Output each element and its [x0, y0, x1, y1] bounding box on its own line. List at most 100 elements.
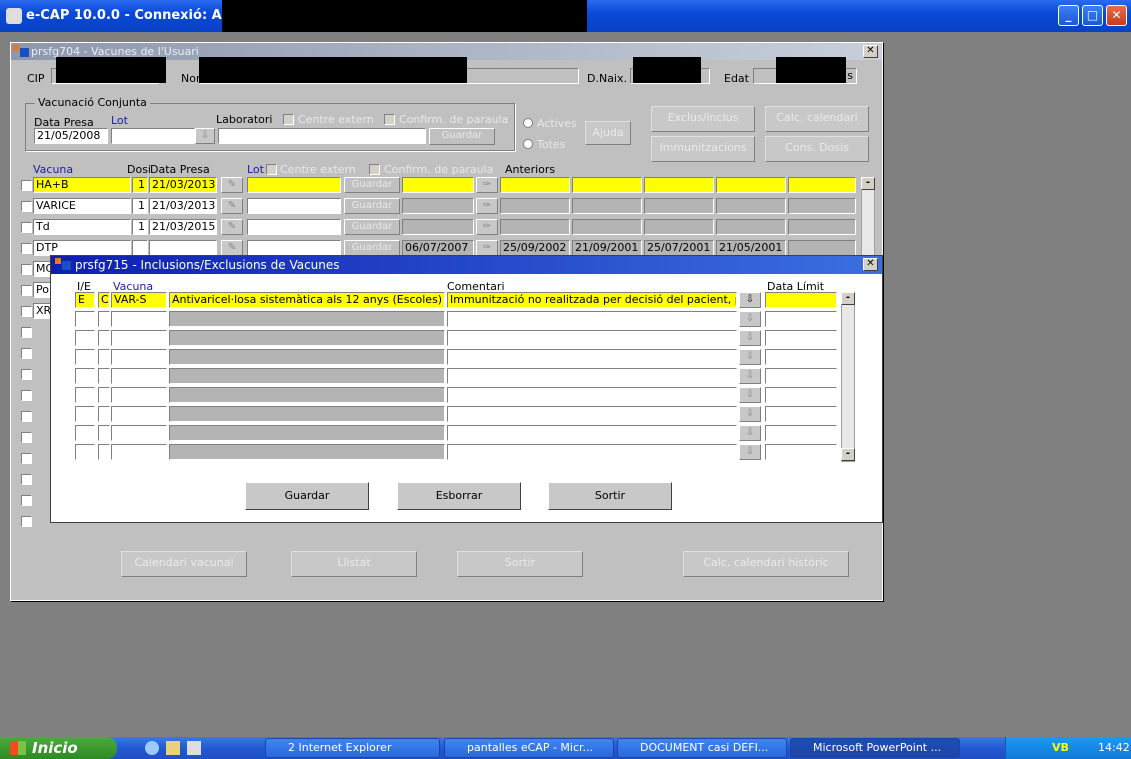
- data-presa-field[interactable]: 21/05/2008: [34, 128, 108, 144]
- data-cell[interactable]: 21/03/2013: [149, 198, 217, 214]
- comentari-cell[interactable]: [447, 330, 737, 346]
- data-limit-cell[interactable]: [765, 444, 837, 460]
- exclus-inclus-button[interactable]: Exclus/inclus: [651, 106, 755, 132]
- c-cell[interactable]: [98, 330, 110, 346]
- pencil-icon[interactable]: ✎: [221, 240, 243, 256]
- data-limit-cell[interactable]: [765, 406, 837, 422]
- ie-cell[interactable]: E: [75, 292, 95, 308]
- vacuna-cell[interactable]: HA+B: [33, 177, 131, 193]
- col-centre-extern-checkbox[interactable]: [266, 164, 277, 175]
- data-limit-cell[interactable]: [765, 330, 837, 346]
- vacuna-cell[interactable]: Td: [33, 219, 131, 235]
- guardar-small-button[interactable]: Guardar: [429, 128, 495, 145]
- scroll-up-icon[interactable]: -: [841, 292, 855, 305]
- close-icon[interactable]: ✕: [1106, 5, 1127, 26]
- col-confirm-checkbox[interactable]: [369, 164, 380, 175]
- dialog-sortir-button[interactable]: Sortir: [548, 482, 672, 510]
- calendari-vacunal-button[interactable]: Calendari vacunal: [121, 551, 247, 577]
- dosi-cell[interactable]: [132, 240, 148, 256]
- vacuna-cell[interactable]: [111, 406, 167, 422]
- guardar-row-button[interactable]: Guardar: [344, 240, 400, 256]
- row-checkbox[interactable]: [21, 201, 32, 212]
- list-icon[interactable]: ⇩: [739, 292, 761, 308]
- vacuna-cell[interactable]: [111, 444, 167, 460]
- list-icon[interactable]: ⇩: [739, 330, 761, 346]
- taskbar-item-document[interactable]: DOCUMENT casi DEFI...: [617, 738, 787, 758]
- ie-cell[interactable]: [75, 368, 95, 384]
- pencil-icon[interactable]: ✎: [221, 198, 243, 214]
- lot-list-icon[interactable]: ⇩: [195, 128, 215, 144]
- c-cell[interactable]: [98, 444, 110, 460]
- form-close-icon[interactable]: ✕: [863, 45, 878, 58]
- comentari-cell[interactable]: [447, 406, 737, 422]
- row-checkbox[interactable]: [21, 327, 32, 338]
- row-checkbox[interactable]: [21, 348, 32, 359]
- comentari-cell[interactable]: [447, 311, 737, 327]
- quicklaunch-explorer-icon[interactable]: [166, 741, 180, 755]
- ie-cell[interactable]: [75, 349, 95, 365]
- c-cell[interactable]: [98, 311, 110, 327]
- syringe-icon[interactable]: ✑: [476, 219, 498, 235]
- data-limit-cell[interactable]: [765, 368, 837, 384]
- taskbar-item-pantalles[interactable]: pantalles eCAP - Micr...: [444, 738, 614, 758]
- centre-extern-checkbox[interactable]: [283, 114, 294, 125]
- list-icon[interactable]: ⇩: [739, 444, 761, 460]
- lot-cell[interactable]: [247, 198, 341, 214]
- comentari-cell[interactable]: Immunització no realitzada per decisió d…: [447, 292, 737, 308]
- list-icon[interactable]: ⇩: [739, 425, 761, 441]
- confirm-checkbox[interactable]: [384, 114, 395, 125]
- dialog-scrollbar[interactable]: [841, 292, 855, 462]
- list-icon[interactable]: ⇩: [739, 406, 761, 422]
- lot-cell[interactable]: [247, 240, 341, 256]
- c-cell[interactable]: [98, 425, 110, 441]
- vacuna-cell[interactable]: [111, 425, 167, 441]
- start-button[interactable]: Inicio: [0, 737, 117, 759]
- activas-radio[interactable]: [523, 118, 533, 128]
- prev-cell[interactable]: [402, 177, 474, 193]
- comentari-cell[interactable]: [447, 387, 737, 403]
- minimize-icon[interactable]: _: [1058, 5, 1079, 26]
- c-cell[interactable]: C: [98, 292, 110, 308]
- scroll-down-icon[interactable]: -: [841, 448, 855, 461]
- ie-cell[interactable]: [75, 387, 95, 403]
- vacuna-cell[interactable]: VARICE: [33, 198, 131, 214]
- row-checkbox[interactable]: [21, 369, 32, 380]
- laboratori-field[interactable]: [218, 128, 426, 144]
- data-cell[interactable]: [149, 240, 217, 256]
- ie-cell[interactable]: [75, 311, 95, 327]
- syringe-icon[interactable]: ✑: [476, 177, 498, 193]
- lot-cell[interactable]: [247, 219, 341, 235]
- calc-calendari-button[interactable]: Calc. calendari: [765, 106, 869, 132]
- cons-dosis-button[interactable]: Cons. Dosis: [765, 136, 869, 162]
- quicklaunch-app-icon[interactable]: [187, 741, 201, 755]
- dosi-cell[interactable]: 1: [132, 177, 148, 193]
- c-cell[interactable]: [98, 406, 110, 422]
- data-cell[interactable]: 21/03/2015: [149, 219, 217, 235]
- guardar-row-button[interactable]: Guardar: [344, 177, 400, 193]
- row-checkbox[interactable]: [21, 411, 32, 422]
- ie-cell[interactable]: [75, 406, 95, 422]
- dialog-guardar-button[interactable]: Guardar: [245, 482, 369, 510]
- llistat-button[interactable]: Llistat: [291, 551, 417, 577]
- row-checkbox[interactable]: [21, 180, 32, 191]
- c-cell[interactable]: [98, 387, 110, 403]
- scroll-up-icon[interactable]: -: [861, 177, 875, 190]
- vacuna-cell[interactable]: [111, 349, 167, 365]
- row-checkbox[interactable]: [21, 432, 32, 443]
- syringe-icon[interactable]: ✑: [476, 198, 498, 214]
- dialog-close-icon[interactable]: ✕: [863, 258, 878, 271]
- ie-cell[interactable]: [75, 330, 95, 346]
- syringe-icon[interactable]: ✑: [476, 240, 498, 256]
- vacuna-cell[interactable]: [111, 311, 167, 327]
- row-checkbox[interactable]: [21, 474, 32, 485]
- comentari-cell[interactable]: [447, 349, 737, 365]
- c-cell[interactable]: [98, 349, 110, 365]
- comentari-cell[interactable]: [447, 368, 737, 384]
- data-limit-cell[interactable]: [765, 425, 837, 441]
- row-checkbox[interactable]: [21, 495, 32, 506]
- row-checkbox[interactable]: [21, 285, 32, 296]
- data-cell[interactable]: 21/03/2013: [149, 177, 217, 193]
- taskbar-item-ie[interactable]: 2 Internet Explorer: [265, 738, 440, 758]
- list-icon[interactable]: ⇩: [739, 368, 761, 384]
- vacuna-cell[interactable]: [111, 330, 167, 346]
